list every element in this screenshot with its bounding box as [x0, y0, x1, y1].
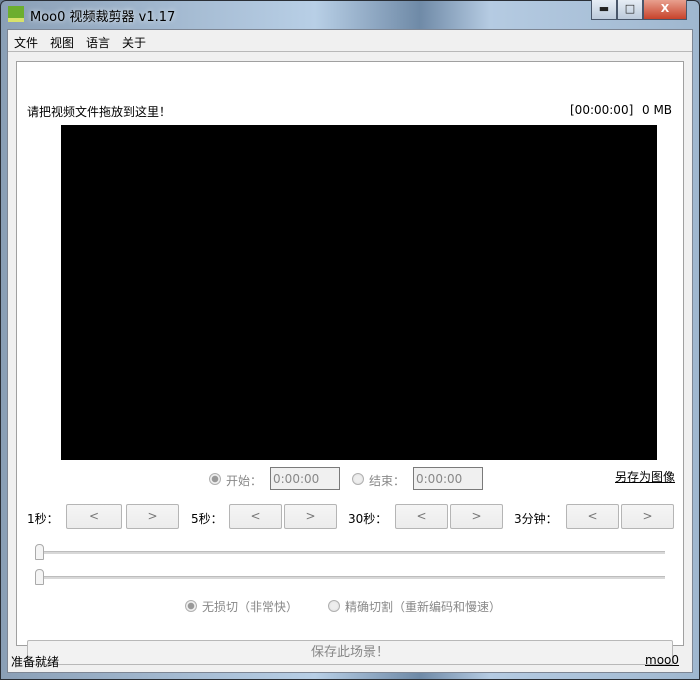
step-5s-back-button[interactable]: < — [229, 504, 282, 529]
step-30s-label: 30秒： — [348, 512, 388, 526]
save-scene-button[interactable]: 保存此场景！ — [27, 640, 673, 665]
window-title: Moo0 视频裁剪器 v1.17 — [30, 10, 176, 25]
end-slider-thumb[interactable] — [35, 569, 44, 585]
precise-label: 精确切割（重新编码和慢速） — [345, 600, 502, 614]
time-readout: [00:00:00] — [570, 103, 634, 117]
step-5s-forward-button[interactable]: > — [284, 504, 337, 529]
main-panel: 请把视频文件拖放到这里！ [00:00:00] 0 MB 开始： 结束： 另存为… — [16, 61, 684, 665]
step-3min-back-button[interactable]: < — [566, 504, 619, 529]
step-3min-forward-button[interactable]: > — [621, 504, 674, 529]
client-area: 文件 视图 语言 关于 请把视频文件拖放到这里！ [00:00:00] 0 MB… — [7, 29, 693, 673]
end-time-input[interactable] — [413, 467, 483, 490]
end-label: 结束： — [369, 474, 406, 488]
menu-language[interactable]: 语言 — [86, 34, 110, 51]
step-1s-forward-button[interactable]: > — [126, 504, 179, 529]
menu-bar: 文件 视图 语言 关于 — [8, 30, 692, 52]
lossless-label: 无损切（非常快） — [202, 600, 299, 614]
size-readout: 0 MB — [642, 103, 673, 117]
drop-hint: 请把视频文件拖放到这里！ — [27, 105, 172, 119]
step-5s-label: 5秒： — [191, 512, 223, 526]
minimize-button[interactable]: ▬ — [591, 0, 617, 20]
start-slider-thumb[interactable] — [35, 544, 44, 560]
moo0-link[interactable]: moo0 — [645, 653, 679, 667]
step-30s-forward-button[interactable]: > — [450, 504, 503, 529]
start-slider-track[interactable] — [38, 551, 665, 554]
app-icon — [8, 6, 24, 22]
start-time-input[interactable] — [270, 467, 340, 490]
step-1s-label: 1秒： — [27, 512, 59, 526]
save-as-image-link[interactable]: 另存为图像 — [615, 468, 675, 485]
step-30s-back-button[interactable]: < — [395, 504, 448, 529]
lossless-radio[interactable] — [185, 600, 197, 612]
video-preview[interactable] — [61, 125, 657, 460]
start-label: 开始： — [226, 474, 263, 488]
close-button[interactable]: X — [643, 0, 687, 20]
end-radio[interactable] — [352, 473, 364, 485]
start-radio[interactable] — [209, 473, 221, 485]
step-3min-label: 3分钟： — [514, 512, 558, 526]
step-1s-back-button[interactable]: < — [66, 504, 122, 529]
end-slider-track[interactable] — [38, 576, 665, 579]
status-text: 准备就绪 — [11, 655, 60, 669]
menu-file[interactable]: 文件 — [14, 34, 38, 51]
menu-about[interactable]: 关于 — [122, 34, 146, 51]
maximize-button[interactable]: □ — [617, 0, 643, 20]
precise-radio[interactable] — [328, 600, 340, 612]
menu-view[interactable]: 视图 — [50, 34, 74, 51]
